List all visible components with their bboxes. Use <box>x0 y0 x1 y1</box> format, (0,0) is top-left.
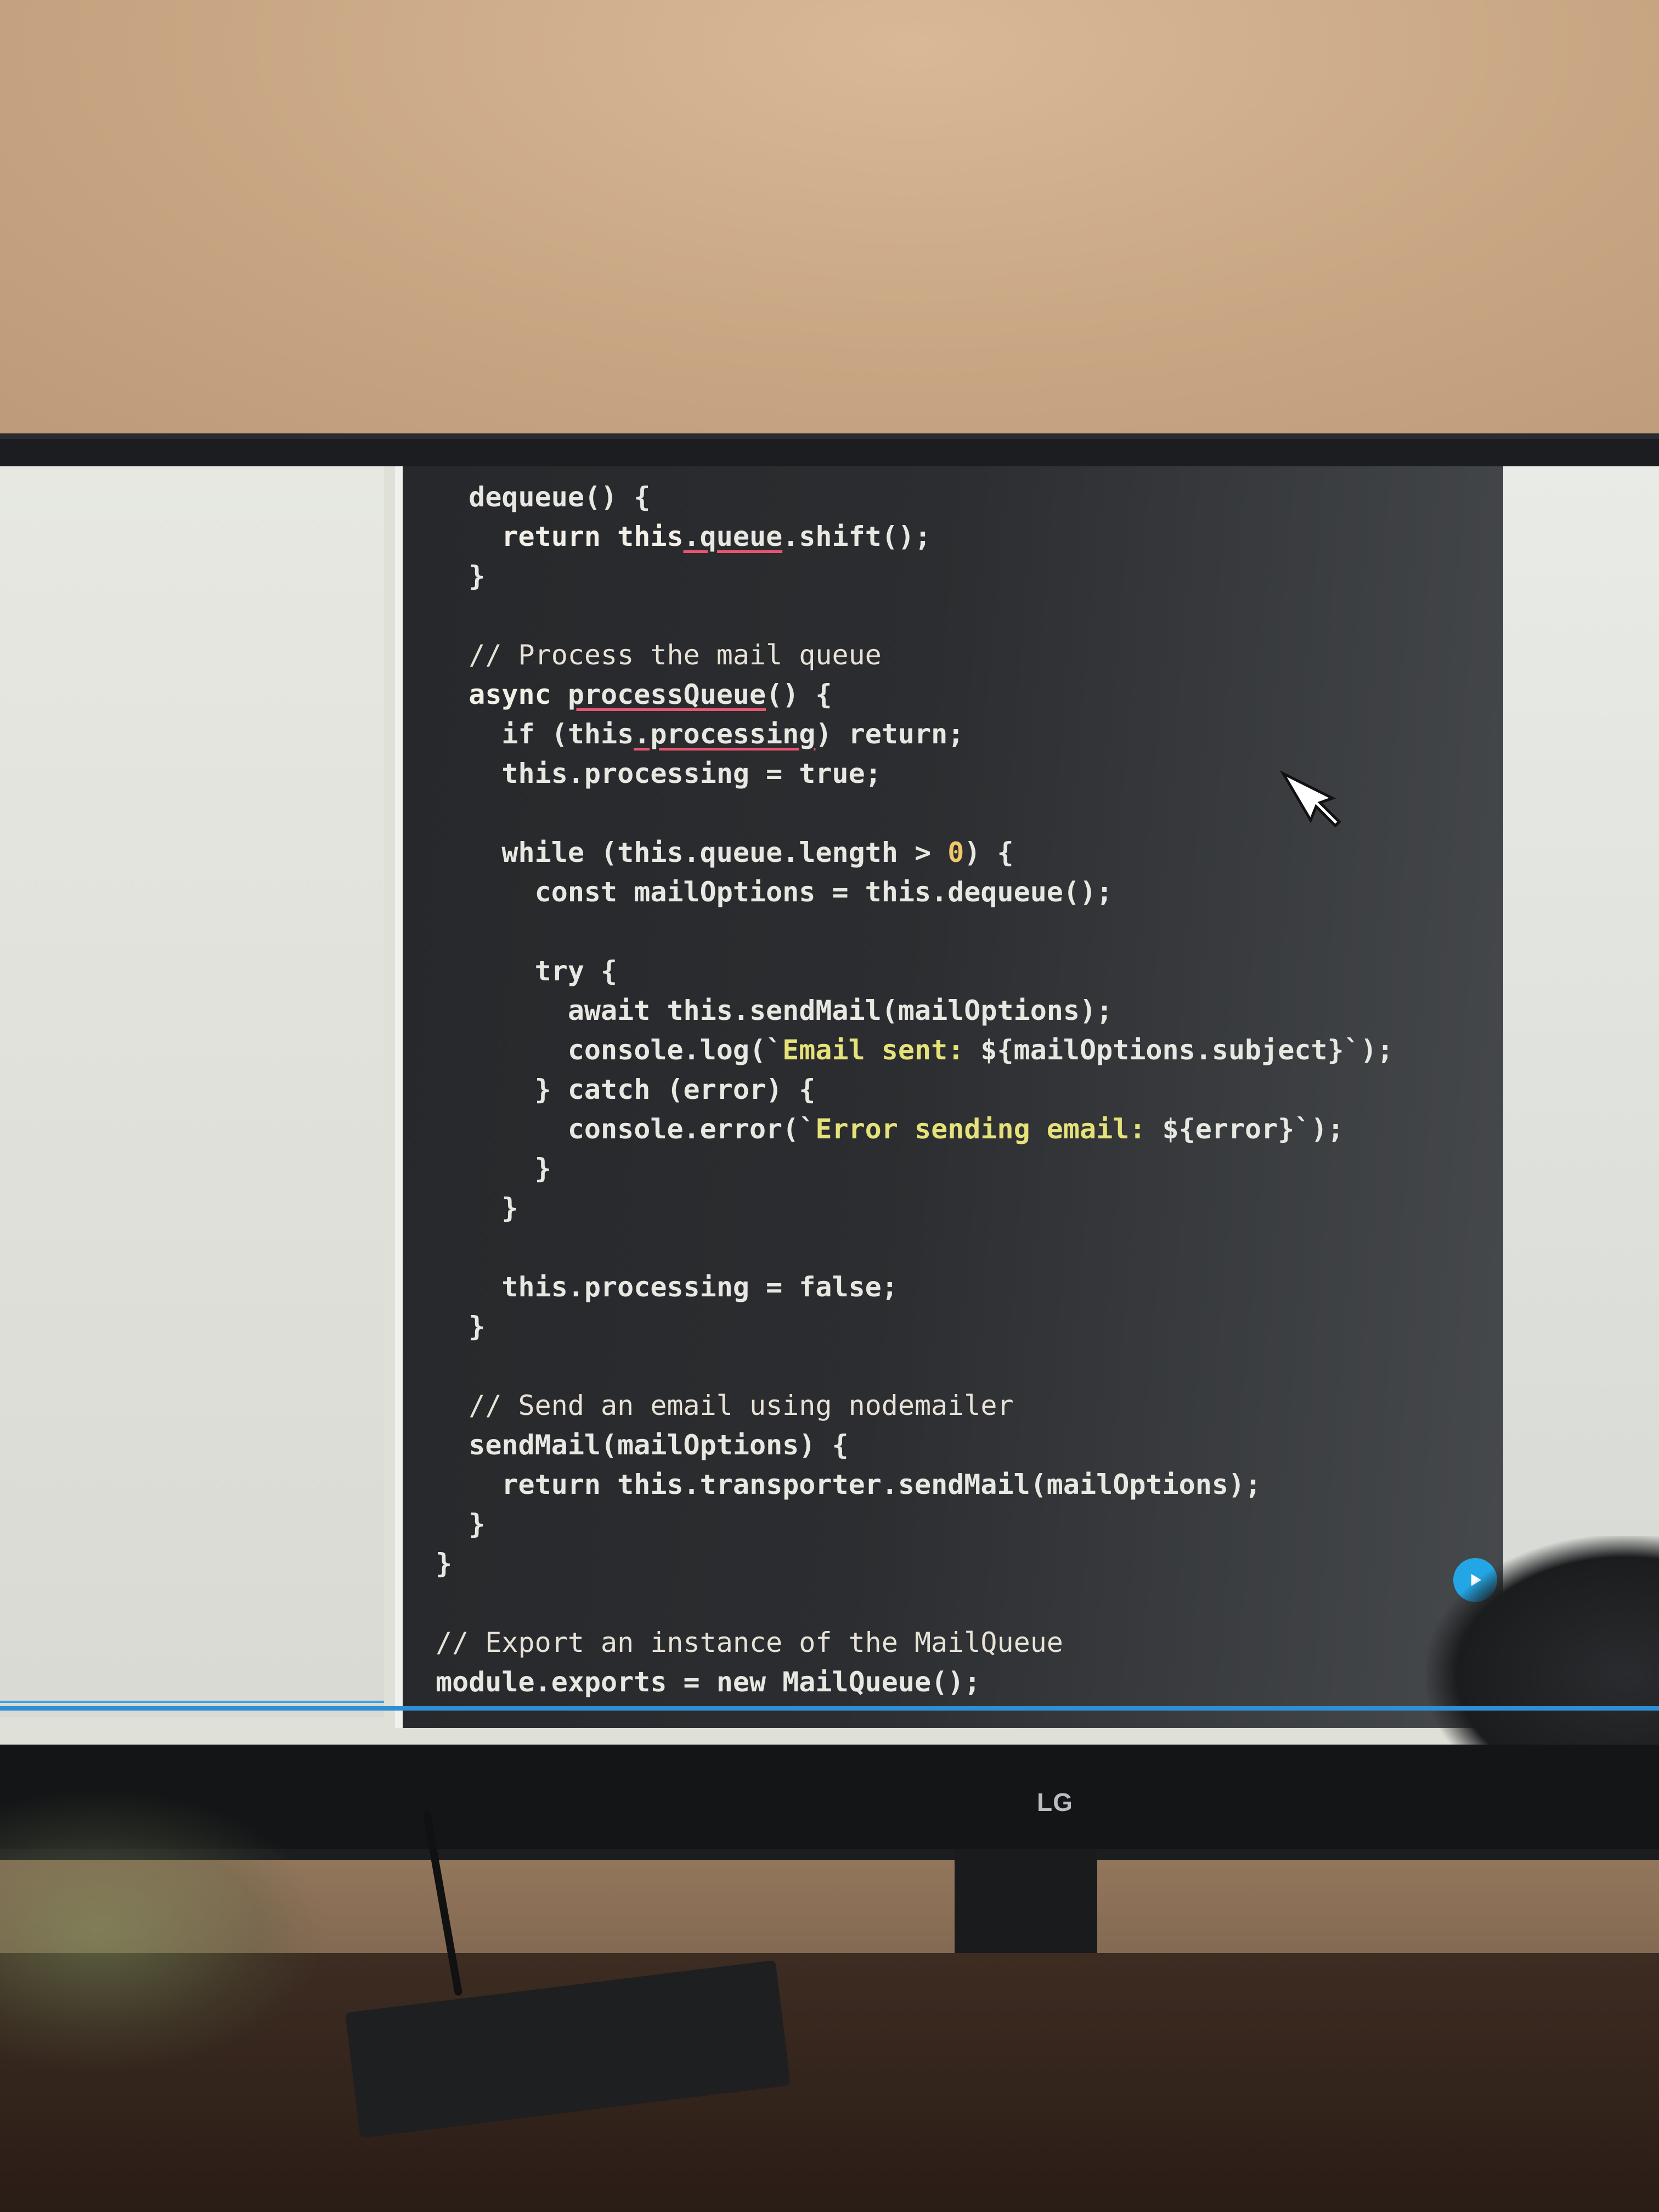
code-token: .queue <box>683 521 783 552</box>
code-line: } <box>436 1544 1393 1583</box>
code-token: } catch (error) { <box>534 1074 816 1105</box>
code-token: if (this <box>501 718 634 750</box>
code-token: } <box>436 1548 453 1579</box>
code-line: if (this.processing) return; <box>436 714 1393 754</box>
code-token: dequeue() { <box>469 481 651 513</box>
code-token: } <box>501 1192 518 1224</box>
code-token: } <box>534 1153 551 1184</box>
code-line: } <box>436 1504 1393 1544</box>
code-token: async <box>469 679 568 710</box>
wall-background <box>0 0 1659 450</box>
code-token: } <box>469 1311 486 1342</box>
code-line: while (this.queue.length > 0) { <box>436 833 1393 872</box>
code-token: } <box>469 560 486 592</box>
code-token: ${mailOptions.subject}`); <box>980 1034 1393 1066</box>
code-line: dequeue() { <box>436 477 1393 517</box>
code-token: ) { <box>964 837 1014 868</box>
code-token: this.processing = false; <box>501 1271 898 1303</box>
code-token: while (this.queue.length > <box>501 837 948 868</box>
code-token: ) return; <box>815 718 964 750</box>
code-token: module.exports = new MailQueue(); <box>436 1666 981 1698</box>
code-token: sendMail(mailOptions) { <box>469 1429 849 1461</box>
code-line: console.log(`Email sent: ${mailOptions.s… <box>436 1030 1393 1070</box>
code-token: return this.transporter.sendMail(mailOpt… <box>501 1469 1262 1500</box>
code-token: Email sent: <box>782 1034 981 1066</box>
code-line: // Export an instance of the MailQueue <box>436 1623 1393 1662</box>
plant <box>0 1788 329 2074</box>
code-line: } <box>436 556 1393 596</box>
code-token: console.error(` <box>567 1113 816 1145</box>
code-line: try { <box>436 951 1393 991</box>
pointer-cursor-icon <box>1279 770 1341 828</box>
code-token: this.processing = true; <box>501 758 882 789</box>
video-progress-bar[interactable] <box>0 1706 1659 1711</box>
code-line: const mailOptions = this.dequeue(); <box>436 872 1393 912</box>
person-silhouette <box>1426 1536 1659 1745</box>
code-token: // Export an instance of the MailQueue <box>436 1627 1063 1658</box>
code-line: this.processing = false; <box>436 1267 1393 1307</box>
code-token: processQueue <box>567 679 766 710</box>
code-line: } <box>436 1188 1393 1228</box>
code-token: Error sending email: <box>815 1113 1163 1145</box>
code-line: // Process the mail queue <box>436 635 1393 675</box>
code-token: await this.sendMail(mailOptions); <box>567 995 1113 1026</box>
code-token: const mailOptions = this.dequeue(); <box>534 876 1113 908</box>
code-token: 0 <box>947 837 964 868</box>
code-line: } catch (error) { <box>436 1070 1393 1109</box>
code-token: console.log(` <box>567 1034 783 1066</box>
code-line: } <box>436 1149 1393 1188</box>
code-token: // Send an email using nodemailer <box>469 1390 1014 1421</box>
monitor-logo: LG <box>1037 1788 1073 1816</box>
code-line: sendMail(mailOptions) { <box>436 1425 1393 1465</box>
code-line: async processQueue() { <box>436 675 1393 714</box>
code-token: try { <box>534 955 618 987</box>
left-blank-pane <box>0 466 384 1717</box>
code-token: return this <box>501 521 684 552</box>
code-token: () { <box>766 679 832 710</box>
code-editor-pane: dequeue() { return this.queue.shift(); }… <box>395 466 1511 1728</box>
progress-line <box>0 1701 384 1703</box>
monitor-screen: dequeue() { return this.queue.shift(); }… <box>0 466 1659 1745</box>
code-token: // Process the mail queue <box>469 639 882 671</box>
code-line: module.exports = new MailQueue(); <box>436 1662 1393 1702</box>
code-token: } <box>469 1508 486 1540</box>
code-line: return this.transporter.sendMail(mailOpt… <box>436 1465 1393 1504</box>
code-line: } <box>436 1307 1393 1346</box>
code-line: this.processing = true; <box>436 754 1393 793</box>
code-token: ${error}`); <box>1162 1113 1344 1145</box>
code-line: await this.sendMail(mailOptions); <box>436 991 1393 1030</box>
code-line: console.error(`Error sending email: ${er… <box>436 1109 1393 1149</box>
code-token: .processing <box>634 718 816 750</box>
code-line: // Send an email using nodemailer <box>436 1386 1393 1425</box>
code-token: .shift(); <box>782 521 932 552</box>
code-line: return this.queue.shift(); <box>436 517 1393 556</box>
code-block: dequeue() { return this.queue.shift(); }… <box>436 477 1393 1702</box>
